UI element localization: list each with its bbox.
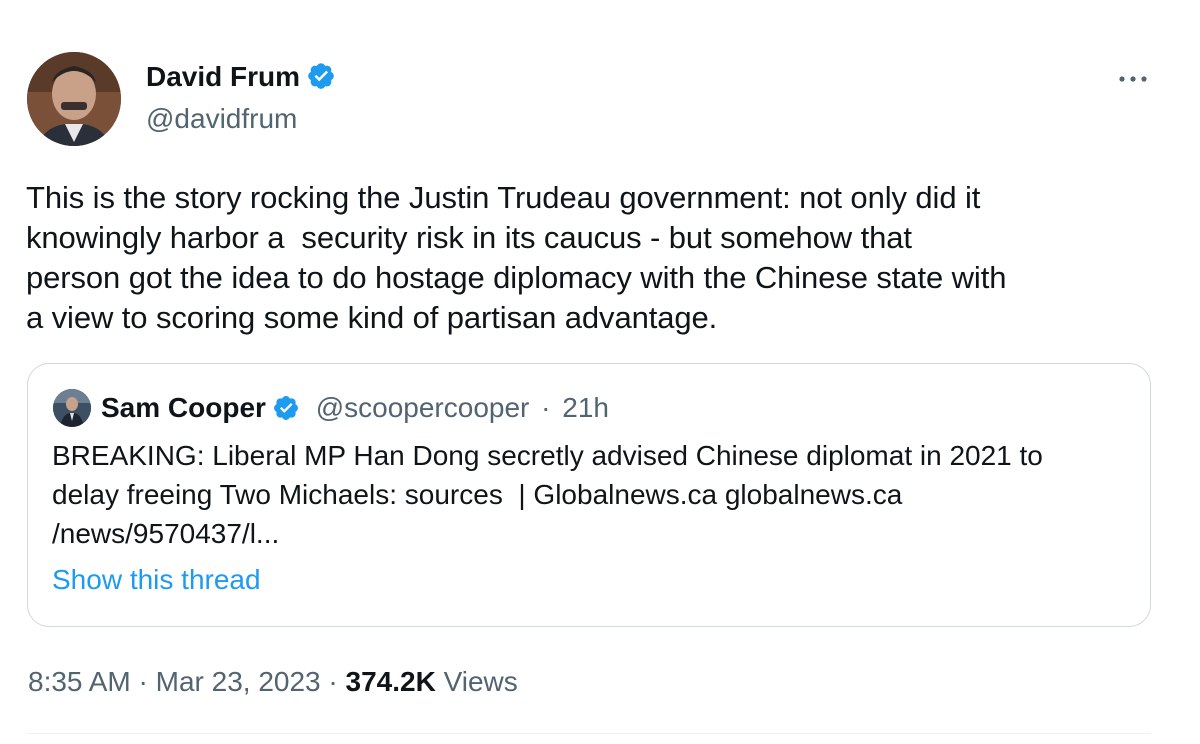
quoted-author-name: Sam Cooper <box>101 392 266 423</box>
author-handle[interactable]: @davidfrum <box>146 102 297 136</box>
tweet-date[interactable]: Mar 23, 2023 <box>156 666 321 697</box>
tweet-text-line: This is the story rocking the Justin Tru… <box>26 180 981 215</box>
author-name-text: David Frum <box>146 61 301 92</box>
quoted-text-line: delay freeing Two Michaels: sources | Gl… <box>52 479 903 510</box>
tweet-text-line: a view to scoring some kind of partisan … <box>26 300 718 335</box>
quoted-text-line: /news/9570437/l... <box>52 518 280 549</box>
quoted-header: Sam Cooper @scoopercooper · 21h <box>101 390 609 426</box>
more-options-icon <box>1119 76 1147 82</box>
avatar-photo <box>27 52 121 146</box>
tweet-time[interactable]: 8:35 AM <box>28 666 131 697</box>
tweet-text: This is the story rocking the Justin Tru… <box>26 178 1166 338</box>
quoted-separator: · <box>541 392 551 423</box>
author-avatar[interactable] <box>27 52 121 146</box>
tweet-text-line: knowingly harbor a security risk in its … <box>26 220 912 255</box>
tweet-text-line: person got the idea to do hostage diplom… <box>26 260 1007 295</box>
quoted-text-line: BREAKING: Liberal MP Han Dong secretly a… <box>52 440 1043 471</box>
quoted-text: BREAKING: Liberal MP Han Dong secretly a… <box>52 436 1142 553</box>
quoted-avatar-photo <box>53 389 91 427</box>
quoted-tweet-card[interactable]: Sam Cooper @scoopercooper · 21h BREAKING… <box>27 363 1151 627</box>
verified-badge-icon <box>273 396 298 420</box>
views-count: 374.2K <box>345 666 436 697</box>
quoted-author-avatar[interactable] <box>53 389 91 427</box>
meta-separator: · <box>328 666 338 697</box>
more-options-button[interactable] <box>1112 58 1154 100</box>
divider <box>27 733 1151 734</box>
quoted-author-handle: @scoopercooper <box>315 392 530 423</box>
tweet-meta: 8:35 AM · Mar 23, 2023 · 374.2K Views <box>28 664 518 700</box>
verified-badge-icon <box>308 63 334 89</box>
quoted-timestamp: 21h <box>562 392 609 423</box>
views-label: Views <box>443 666 518 697</box>
author-name[interactable]: David Frum <box>146 60 336 94</box>
meta-separator: · <box>138 666 148 697</box>
show-thread-link[interactable]: Show this thread <box>52 562 261 598</box>
